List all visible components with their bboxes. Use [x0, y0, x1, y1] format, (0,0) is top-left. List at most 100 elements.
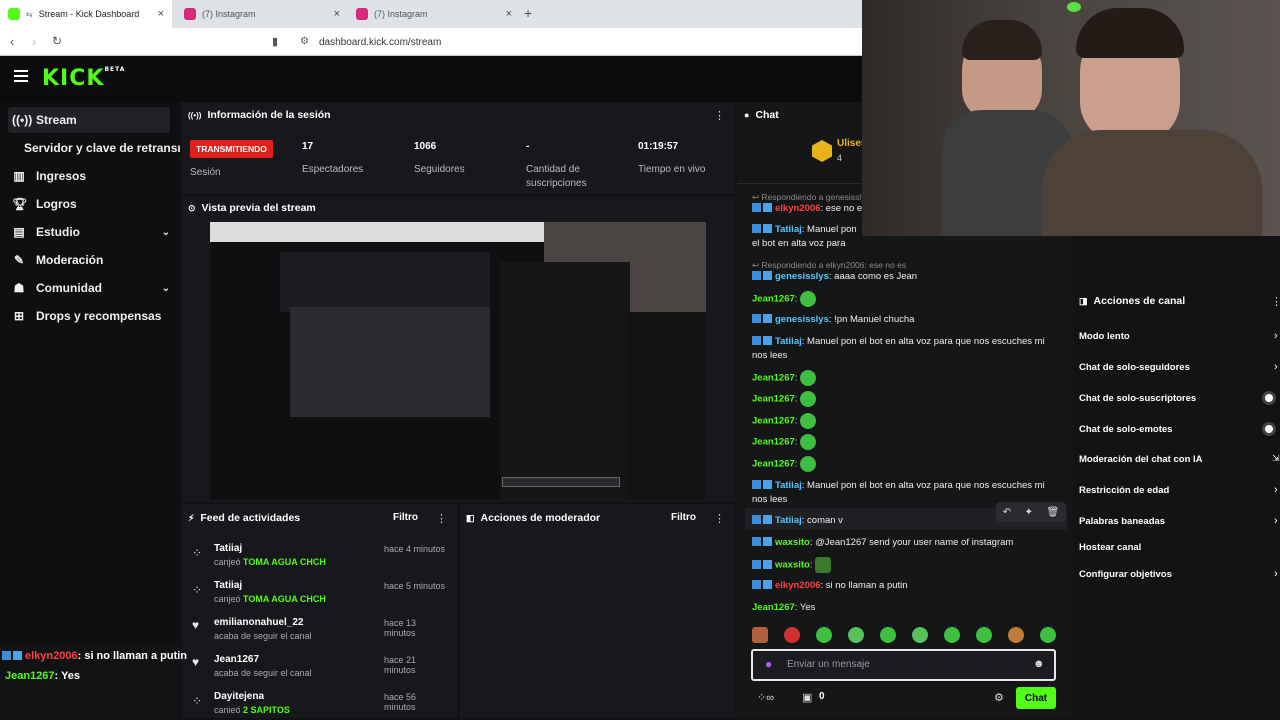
emote-icon[interactable] [800, 413, 817, 429]
close-tab-icon[interactable]: × [158, 8, 164, 20]
send-chat-button[interactable]: Chat [1016, 687, 1056, 709]
chat-username[interactable]: Jean1267 [752, 459, 795, 470]
sidebar-item-logros[interactable]: 🏆︎ Logros [8, 191, 170, 217]
subscribers-only-option[interactable]: Chat de solo-suscriptores [1079, 393, 1196, 404]
emote-icon[interactable] [944, 627, 960, 643]
ai-moderation-option[interactable]: Moderación del chat con IA [1079, 454, 1203, 465]
emote-icon[interactable] [800, 391, 817, 407]
banned-words-option[interactable]: Palabras baneadas [1079, 516, 1165, 527]
sidebar-item-stream-key[interactable]: Servidor y clave de retransmisión [20, 135, 180, 161]
chat-username[interactable]: genesisslys [775, 314, 829, 325]
emotes-only-toggle[interactable] [1262, 422, 1276, 436]
age-restriction-option[interactable]: Restricción de edad [1079, 485, 1169, 496]
sidebar-item-comunidad[interactable]: ☗ Comunidad ⌄ [8, 275, 170, 301]
sidebar-item-ingresos[interactable]: ▥ Ingresos [8, 163, 170, 189]
emote-icon[interactable] [848, 627, 864, 643]
tab-instagram-1[interactable]: (7) Instagram × [176, 0, 348, 28]
site-info-icon[interactable]: ⚙ [300, 36, 309, 47]
pin-icon[interactable]: ✦ [1025, 507, 1033, 518]
chat-input[interactable]: ● Enviar un mensaje ☻ [751, 649, 1056, 681]
emote-icon[interactable] [880, 627, 896, 643]
kick-logo[interactable]: KICKBETA [42, 66, 125, 91]
chat-username[interactable]: Jean1267 [752, 437, 795, 448]
activity-user[interactable]: Jean1267 [214, 654, 259, 665]
activity-user[interactable]: emilianonahuel_22 [214, 617, 303, 628]
settings-gear-icon[interactable]: ⚙ [994, 691, 1004, 704]
emote-icon[interactable] [912, 627, 928, 643]
more-options-icon[interactable]: ⋮ [436, 512, 447, 525]
emote-icon[interactable] [976, 627, 992, 643]
sidebar-item-estudio[interactable]: ▤ Estudio ⌄ [8, 219, 170, 245]
emotes-only-option[interactable]: Chat de solo-emotes [1079, 424, 1172, 435]
goals-option[interactable]: Configurar objetivos [1079, 569, 1172, 580]
delete-icon[interactable]: 🗑︎ [1047, 507, 1060, 518]
back-icon[interactable]: ‹ [10, 34, 14, 49]
stream-preview-video[interactable] [210, 222, 706, 500]
subscriptions-label: Cantidad de suscripciones [526, 164, 587, 189]
chat-username[interactable]: Tatiiaj [775, 480, 802, 491]
chat-username[interactable]: Jean1267 [752, 602, 795, 613]
emote-icon[interactable] [800, 456, 817, 472]
menu-icon[interactable] [14, 70, 28, 82]
chat-username[interactable]: Jean1267 [752, 394, 795, 405]
chat-username[interactable]: Jean1267 [752, 416, 795, 427]
chat-username[interactable]: waxsito [775, 560, 810, 571]
moderator-actions-header: ◧ Acciones de moderador [466, 512, 600, 524]
chat-username[interactable]: elkyn2006 [775, 203, 820, 214]
reload-icon[interactable]: ↻ [52, 34, 62, 48]
mod-badge-icon [752, 537, 761, 546]
more-options-icon[interactable]: ⋮ [714, 109, 725, 122]
activity-user[interactable]: Tatiiaj [214, 543, 242, 554]
chat-username[interactable]: Tatiiaj [775, 515, 802, 526]
sidebar-item-label: Stream [36, 113, 77, 127]
slow-mode-option[interactable]: Modo lento [1079, 331, 1130, 342]
followers-only-option[interactable]: Chat de solo-seguidores [1079, 362, 1190, 373]
activity-filter-button[interactable]: Filtro [393, 512, 418, 523]
points-icon[interactable]: ⁘∞ [757, 691, 774, 704]
tab-instagram-2[interactable]: (7) Instagram × [348, 0, 520, 28]
more-options-icon[interactable]: ⋮ [1271, 295, 1280, 308]
subscribers-only-toggle[interactable] [1262, 391, 1276, 405]
emote-icon[interactable] [800, 291, 817, 307]
chat-username[interactable]: Tatiiaj [775, 336, 802, 347]
url-field[interactable]: dashboard.kick.com/stream [319, 37, 441, 48]
moderator-filter-button[interactable]: Filtro [671, 512, 696, 523]
emoji-icon[interactable]: ☻ [1033, 658, 1045, 670]
activity-user[interactable]: Tatiiaj [214, 580, 242, 591]
preview-chat [500, 262, 630, 500]
emote-icon[interactable] [815, 557, 832, 573]
chat-username[interactable]: genesisslys [775, 271, 829, 282]
emote-icon[interactable] [752, 627, 768, 643]
chat-username[interactable]: elkyn2006 [775, 580, 820, 591]
microphone-icon[interactable]: ● [765, 657, 772, 671]
more-options-icon[interactable]: ⋮ [714, 512, 725, 525]
emote-icon[interactable] [816, 627, 832, 643]
chat-username[interactable]: waxsito [775, 537, 810, 548]
forward-icon[interactable]: › [32, 34, 36, 49]
emote-icon[interactable] [800, 434, 817, 450]
bookmark-icon[interactable]: ▮ [272, 35, 278, 48]
live-time-label: Tiempo en vivo [638, 164, 706, 175]
host-channel-option[interactable]: Hostear canal [1079, 542, 1141, 553]
emote-icon[interactable] [1008, 627, 1024, 643]
chat-username[interactable]: Jean1267 [752, 294, 795, 305]
mute-icon[interactable]: ⇆ [26, 10, 33, 19]
store-icon[interactable]: ▣ [802, 691, 812, 704]
sidebar-item-moderacion[interactable]: ✎ Moderación [8, 247, 170, 273]
emote-icon[interactable] [784, 627, 800, 643]
sidebar-item-stream[interactable]: ((•)) Stream [8, 107, 170, 133]
close-tab-icon[interactable]: × [506, 8, 512, 20]
sidebar-item-drops[interactable]: ⊞ Drops y recompensas [8, 303, 170, 329]
chat-username[interactable]: Jean1267 [752, 373, 795, 384]
chat-input-placeholder: Enviar un mensaje [787, 659, 870, 670]
emote-icon[interactable] [800, 370, 817, 386]
browser-tab-bar: ⇆ Stream - Kick Dashboard × (7) Instagra… [0, 0, 862, 28]
activity-user[interactable]: Dayitejena [214, 691, 264, 702]
close-tab-icon[interactable]: × [334, 8, 340, 20]
chat-username[interactable]: Tatiiaj [775, 224, 802, 235]
reply-icon[interactable]: ↶ [1003, 507, 1011, 518]
new-tab-button[interactable]: + [524, 5, 532, 21]
emote-icon[interactable] [1040, 627, 1056, 643]
tab-kick-dashboard[interactable]: ⇆ Stream - Kick Dashboard × [0, 0, 172, 28]
activity-feed-title: Feed de actividades [200, 512, 301, 524]
